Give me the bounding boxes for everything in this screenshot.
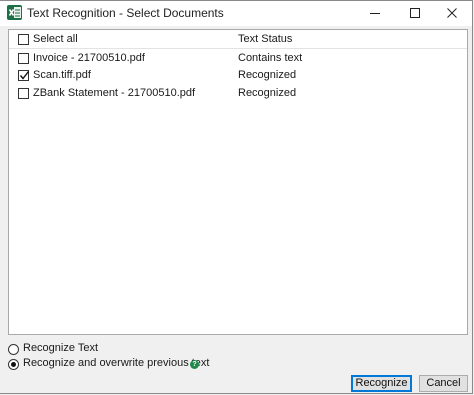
text-status-header: Text Status [238, 33, 293, 45]
row-checkbox-checked[interactable] [18, 70, 30, 81]
recognize-button[interactable]: Recognize [351, 375, 412, 392]
window-title: Text Recognition - Select Documents [27, 6, 224, 20]
list-item[interactable]: Invoice - 21700510.pdf Contains text [9, 50, 467, 67]
help-icon[interactable]: ? [190, 360, 199, 369]
maximize-icon [410, 8, 420, 18]
maximize-button[interactable] [396, 1, 436, 26]
checkmark-icon [19, 71, 30, 80]
document-status: Recognized [238, 69, 297, 81]
document-list[interactable]: Select all Text Status Invoice - 2170051… [8, 29, 468, 335]
minimize-button[interactable] [356, 1, 396, 26]
recognize-text-radio[interactable] [8, 344, 19, 355]
recognize-overwrite-label[interactable]: Recognize and overwrite previous text [23, 357, 209, 369]
list-header: Select all Text Status [9, 30, 467, 49]
excel-app-icon [7, 5, 22, 20]
recognize-overwrite-radio[interactable] [8, 359, 19, 370]
document-name: ZBank Statement - 21700510.pdf [33, 87, 196, 99]
close-icon [447, 8, 457, 18]
list-item[interactable]: ZBank Statement - 21700510.pdf Recognize… [9, 85, 467, 102]
document-status: Contains text [238, 52, 303, 64]
select-all-checkbox[interactable] [18, 34, 29, 45]
dialog-window: Text Recognition - Select Documents Sele… [0, 0, 473, 394]
row-checkbox[interactable] [18, 88, 29, 99]
title-bar: Text Recognition - Select Documents [0, 1, 472, 26]
select-all-label[interactable]: Select all [33, 33, 78, 45]
document-status: Recognized [238, 87, 297, 99]
document-name: Scan.tiff.pdf [33, 69, 91, 81]
cancel-button[interactable]: Cancel [419, 375, 468, 392]
minimize-icon [370, 13, 380, 14]
row-checkbox[interactable] [18, 53, 29, 64]
list-item[interactable]: Scan.tiff.pdf Recognized [9, 67, 467, 84]
document-name: Invoice - 21700510.pdf [33, 52, 145, 64]
radio-selected-dot [11, 362, 16, 367]
recognize-text-label[interactable]: Recognize Text [23, 342, 98, 354]
close-button[interactable] [433, 1, 473, 26]
